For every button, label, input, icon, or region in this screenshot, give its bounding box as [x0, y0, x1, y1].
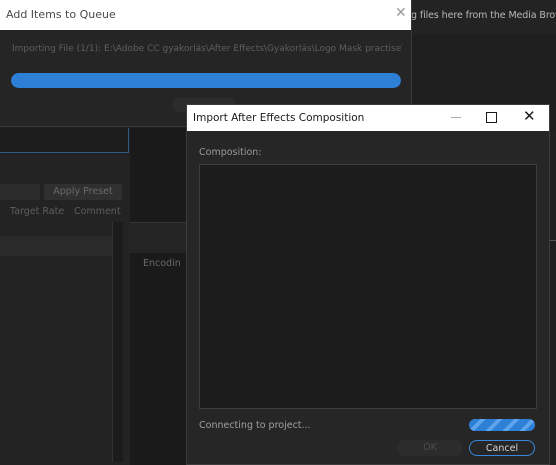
connecting-status: Connecting to project... — [199, 420, 311, 431]
minimize-icon[interactable] — [448, 109, 464, 125]
apply-preset-button[interactable]: Apply Preset — [44, 184, 122, 200]
queue-panel — [0, 128, 130, 465]
import-progress-fill — [11, 73, 401, 88]
composition-list[interactable] — [199, 164, 537, 409]
import-status-text: Importing File (1/1): E:\Adobe CC gyakor… — [12, 44, 402, 54]
add-items-title: Add Items to Queue — [6, 8, 116, 21]
media-browser-hint: g files here from the Media Brows — [411, 10, 556, 21]
queue-scrollbar[interactable] — [112, 222, 123, 462]
ok-button[interactable]: OK — [397, 440, 463, 456]
maximize-icon[interactable] — [486, 112, 497, 123]
cancel-button[interactable]: Cancel — [469, 440, 535, 456]
composition-label: Composition: — [199, 147, 262, 158]
encoding-panel-header — [130, 222, 190, 253]
close-icon[interactable]: ✕ — [395, 5, 407, 21]
import-dialog-titlebar: Import After Effects Composition ✕ — [187, 105, 549, 131]
column-header-comment[interactable]: Comment — [74, 206, 121, 217]
queue-row[interactable] — [0, 236, 112, 256]
import-dialog-title: Import After Effects Composition — [193, 112, 365, 124]
encoding-panel — [130, 128, 190, 465]
add-items-titlebar: Add Items to Queue ✕ — [0, 0, 411, 30]
queue-toolbar-button[interactable] — [0, 184, 40, 200]
import-progress-bar — [11, 73, 401, 88]
import-ae-composition-dialog: Import After Effects Composition ✕ Compo… — [186, 104, 550, 465]
close-icon[interactable]: ✕ — [523, 108, 536, 124]
column-header-target-rate[interactable]: Target Rate — [10, 206, 64, 217]
queue-panel-header — [0, 128, 129, 153]
encoding-label: Encodin — [143, 258, 181, 269]
connecting-progress-bar — [469, 419, 535, 431]
